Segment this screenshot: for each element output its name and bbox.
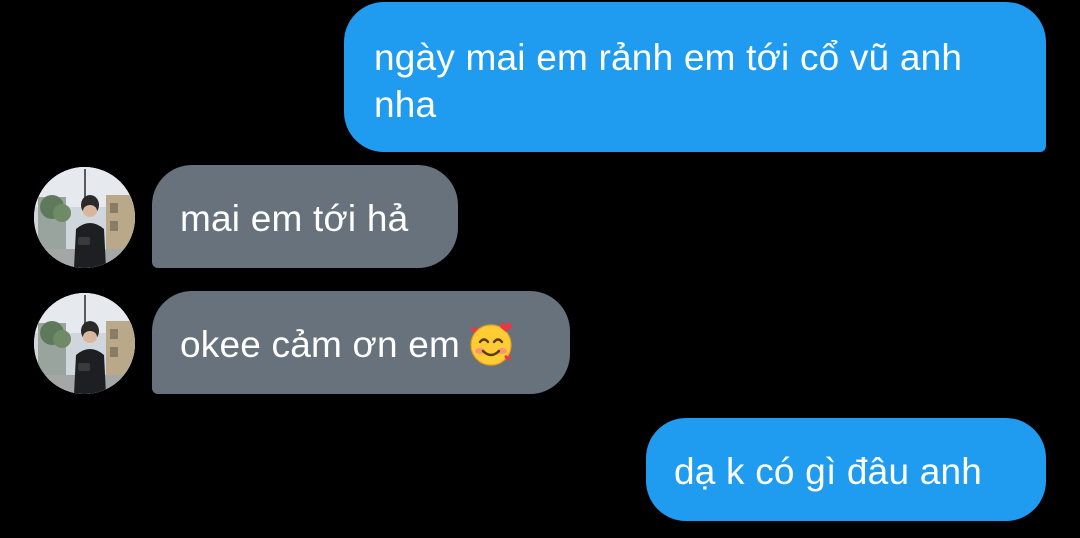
smiling-face-with-hearts-icon	[470, 322, 512, 366]
message-text: okee cảm ơn em	[180, 324, 461, 365]
message-text: ngày mai em rảnh em tới cổ vũ anh nha	[374, 37, 963, 125]
message-bubble-outgoing[interactable]: dạ k có gì đâu anh	[646, 418, 1046, 521]
message-text: mai em tới hả	[180, 198, 409, 239]
message-text: dạ k có gì đâu anh	[674, 451, 983, 492]
avatar-photo-icon	[34, 293, 135, 394]
contact-avatar[interactable]	[34, 293, 135, 394]
message-bubble-outgoing[interactable]: ngày mai em rảnh em tới cổ vũ anh nha	[344, 2, 1046, 152]
message-bubble-incoming[interactable]: mai em tới hả	[152, 165, 458, 268]
message-bubble-incoming[interactable]: okee cảm ơn em	[152, 291, 570, 394]
contact-avatar[interactable]	[34, 167, 135, 268]
avatar-photo-icon	[34, 167, 135, 268]
